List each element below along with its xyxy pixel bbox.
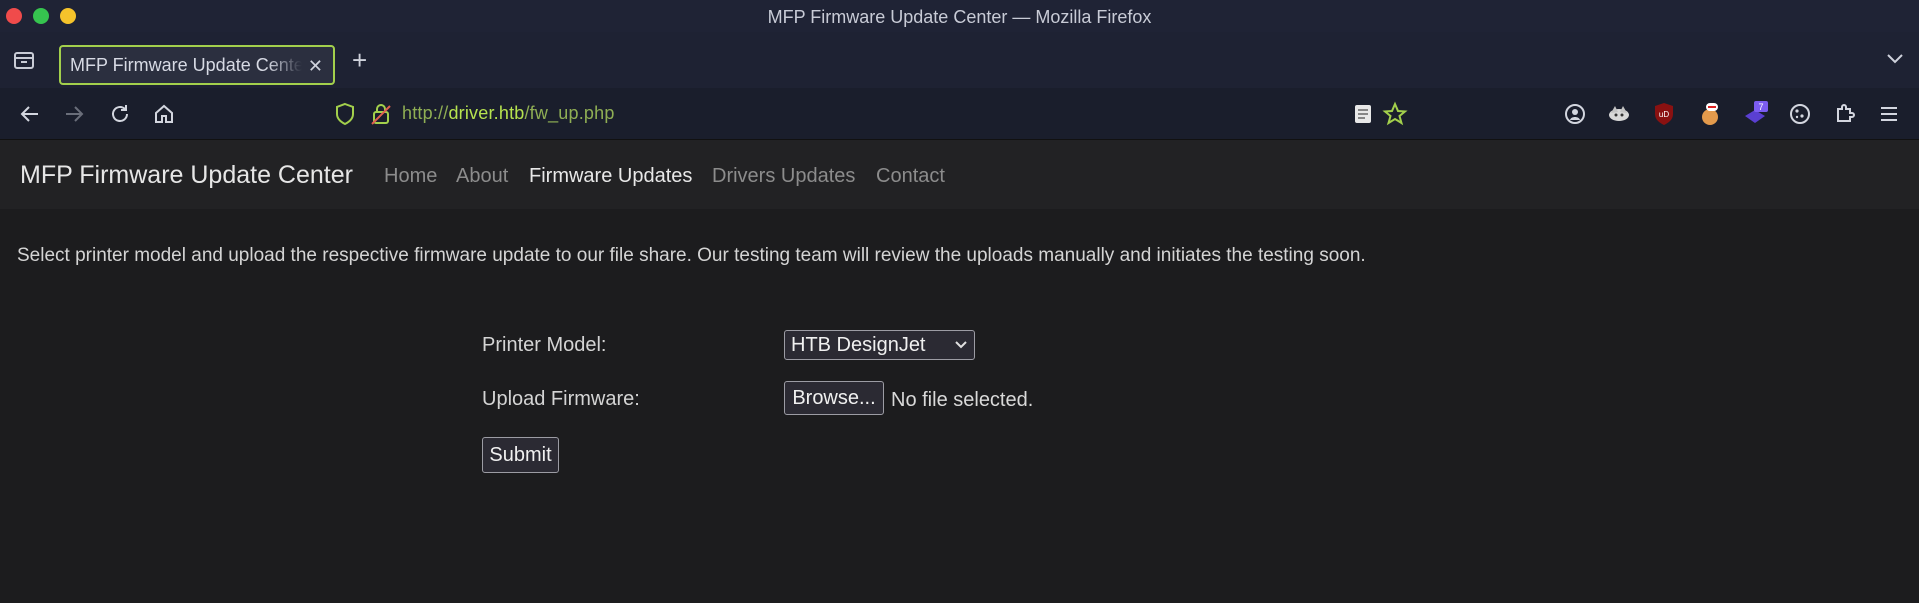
tab-mfp-firmware[interactable]: MFP Firmware Update Center ✕ bbox=[59, 45, 335, 85]
nav-home[interactable]: Home bbox=[384, 165, 437, 188]
nav-drivers-updates[interactable]: Drivers Updates bbox=[712, 165, 855, 188]
tracking-shield-icon[interactable] bbox=[334, 102, 356, 126]
file-status: No file selected. bbox=[891, 389, 1034, 411]
submit-button[interactable]: Submit bbox=[482, 437, 559, 473]
site-navbar: MFP Firmware Update Center Home About Fi… bbox=[0, 140, 1919, 209]
tab-strip: MFP Firmware Update Center ✕ + bbox=[0, 32, 1919, 88]
ublock-icon[interactable]: uD bbox=[1651, 101, 1677, 127]
nav-firmware-updates[interactable]: Firmware Updates bbox=[529, 165, 692, 188]
printer-model-select[interactable]: HTB DesignJet bbox=[784, 330, 975, 360]
printer-model-label: Printer Model: bbox=[482, 334, 607, 356]
svg-text:uD: uD bbox=[1659, 110, 1669, 119]
cookie-icon[interactable] bbox=[1787, 101, 1813, 127]
bookmark-star-icon[interactable] bbox=[1382, 101, 1408, 127]
url-scheme: http:// bbox=[402, 103, 449, 123]
nav-about[interactable]: About bbox=[456, 165, 508, 188]
chevron-down-icon bbox=[954, 340, 968, 350]
reload-icon[interactable] bbox=[108, 102, 132, 126]
url-path: /fw_up.php bbox=[524, 103, 615, 123]
back-arrow-icon[interactable] bbox=[18, 102, 42, 126]
account-icon[interactable] bbox=[1562, 101, 1588, 127]
extensions-puzzle-icon[interactable] bbox=[1832, 101, 1858, 127]
foxyproxy-icon[interactable] bbox=[1606, 101, 1632, 127]
intro-text: Select printer model and upload the resp… bbox=[17, 245, 1366, 266]
page-reader-icon[interactable] bbox=[1350, 101, 1376, 127]
hamburger-menu-icon[interactable] bbox=[1876, 101, 1902, 127]
close-icon[interactable]: ✕ bbox=[308, 56, 323, 77]
home-icon[interactable] bbox=[152, 102, 176, 126]
nav-contact[interactable]: Contact bbox=[876, 165, 945, 188]
site-brand[interactable]: MFP Firmware Update Center bbox=[20, 161, 353, 190]
tab-title: MFP Firmware Update Center bbox=[70, 54, 302, 75]
firefox-view-icon[interactable] bbox=[13, 50, 35, 70]
page-content: MFP Firmware Update Center Home About Fi… bbox=[0, 140, 1919, 603]
cookie-extension-icon[interactable] bbox=[1697, 101, 1723, 127]
extension-badge-count: 7 bbox=[1758, 102, 1763, 112]
window-title: MFP Firmware Update Center — Mozilla Fir… bbox=[767, 7, 1152, 27]
printer-model-value: HTB DesignJet bbox=[791, 333, 926, 356]
navigation-toolbar: http://driver.htb/fw_up.php uD 7 bbox=[0, 88, 1919, 140]
forward-arrow-icon[interactable] bbox=[62, 102, 86, 126]
chevron-down-icon[interactable] bbox=[1885, 51, 1905, 65]
window-titlebar: MFP Firmware Update Center — Mozilla Fir… bbox=[0, 0, 1919, 32]
insecure-lock-icon[interactable] bbox=[370, 102, 392, 126]
new-tab-button[interactable]: + bbox=[352, 47, 367, 73]
url-bar[interactable]: http://driver.htb/fw_up.php bbox=[402, 103, 615, 124]
extension-badge-icon[interactable]: 7 bbox=[1742, 101, 1768, 127]
url-host: driver.htb bbox=[448, 103, 525, 123]
upload-firmware-label: Upload Firmware: bbox=[482, 388, 640, 410]
browse-button[interactable]: Browse... bbox=[784, 381, 884, 415]
